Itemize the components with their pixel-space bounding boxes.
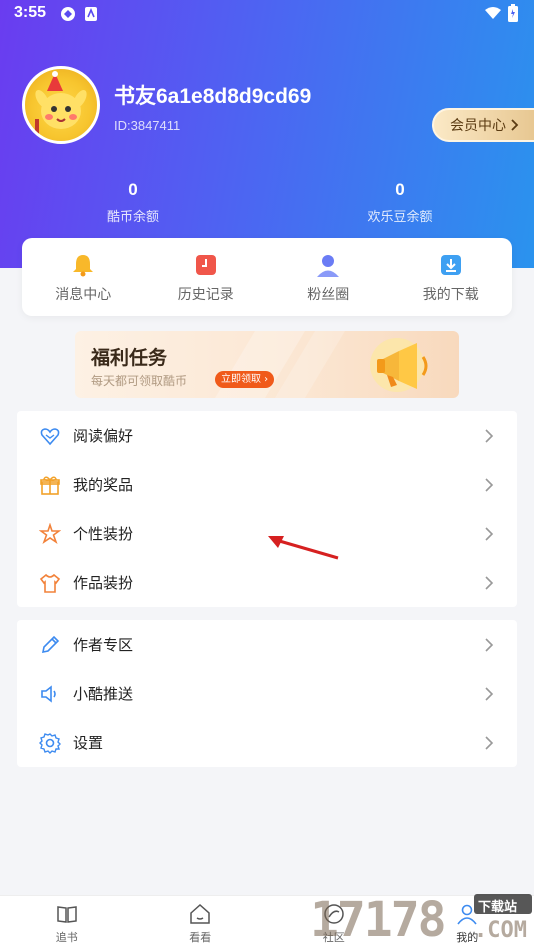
tab-label: 追书 [55, 931, 78, 944]
bean-balance-value: 0 [395, 180, 405, 199]
fans-icon [317, 255, 340, 277]
tab-mine[interactable]: 我的 [401, 896, 534, 950]
banner-claim-button[interactable]: 立即领取 › [215, 371, 275, 388]
menu-item-label: 设置 [73, 734, 104, 752]
menu-item-personal-dressup[interactable]: 个性装扮 [17, 509, 517, 558]
chevron-right-icon [485, 526, 494, 541]
megaphone-icon [370, 338, 428, 392]
menu-item-reading-preference[interactable]: 阅读偏好 [17, 411, 517, 460]
quick-action-history[interactable]: 历史记录 [145, 238, 268, 316]
chevron-right-icon [485, 686, 494, 701]
menu-item-author-zone[interactable]: 作者专区 [17, 620, 517, 669]
chevron-right-icon [485, 428, 494, 443]
sync-icon [61, 7, 75, 21]
chevron-right-icon [485, 735, 494, 750]
menu-item-label: 作者专区 [73, 636, 134, 654]
quick-action-label: 消息中心 [55, 287, 112, 303]
chevron-right-icon [485, 637, 494, 652]
shirt-icon [39, 572, 61, 594]
bottom-tab-bar: 追书 看看 社区 我的 [0, 895, 534, 950]
gift-icon [39, 474, 61, 496]
tab-label: 我的 [456, 931, 479, 944]
menu-group-preferences: 阅读偏好 我的奖品 个性装扮 作品装扮 [17, 411, 517, 607]
community-icon [324, 904, 344, 924]
download-icon [440, 255, 461, 275]
battery-icon [508, 4, 518, 22]
coin-balance-label: 酷币余额 [106, 210, 159, 225]
banner-claim-label: 立即领取 [221, 374, 261, 385]
menu-group-settings: 作者专区 小酷推送 设置 [17, 620, 517, 767]
status-bar: 3:55 [0, 0, 534, 28]
quick-action-label: 我的下载 [422, 287, 479, 303]
menu-item-my-prizes[interactable]: 我的奖品 [17, 460, 517, 509]
chevron-right-icon [511, 119, 519, 131]
quick-action-fans[interactable]: 粉丝圈 [267, 238, 390, 316]
menu-item-label: 小酷推送 [73, 685, 134, 703]
banner-title: 福利任务 [91, 347, 168, 369]
menu-item-work-dressup[interactable]: 作品装扮 [17, 558, 517, 607]
avatar-mascot-icon [35, 71, 87, 135]
wifi-icon [485, 7, 501, 19]
bell-icon [73, 255, 94, 277]
home-icon [190, 903, 210, 924]
app-notification-icon [85, 7, 97, 21]
menu-item-label: 个性装扮 [73, 525, 134, 543]
quick-action-downloads[interactable]: 我的下载 [390, 238, 513, 316]
status-time: 3:55 [14, 4, 47, 21]
tab-browse[interactable]: 看看 [134, 896, 268, 950]
pen-icon [39, 634, 61, 656]
menu-item-xiaoku-push[interactable]: 小酷推送 [17, 669, 517, 718]
chevron-right-icon [485, 575, 494, 590]
star-icon [39, 522, 61, 545]
quick-action-label: 粉丝圈 [307, 287, 350, 303]
username: 书友6a1e8d8d9cd69 [114, 85, 312, 108]
menu-item-label: 作品装扮 [73, 574, 134, 592]
chevron-right-icon [485, 477, 494, 492]
heart-icon [39, 425, 61, 447]
gear-icon [39, 732, 61, 754]
user-icon [457, 904, 477, 925]
vip-center-label: 会员中心 [450, 117, 506, 133]
coin-balance-value: 0 [128, 180, 138, 199]
banner-subtitle: 每天都可领取酷币 [91, 374, 188, 388]
tab-community[interactable]: 社区 [267, 896, 401, 950]
speaker-icon [39, 683, 61, 705]
tab-label: 看看 [189, 931, 212, 944]
bean-balance-label: 欢乐豆余额 [367, 210, 433, 225]
quick-actions-card: 消息中心 历史记录 粉丝圈 我的下载 [22, 238, 512, 316]
book-icon [57, 906, 77, 923]
avatar[interactable] [22, 66, 100, 144]
bean-balance[interactable]: 0 欢乐豆余额 [340, 180, 460, 225]
user-id: ID:3847411 [114, 118, 181, 133]
quick-action-messages[interactable]: 消息中心 [22, 238, 145, 316]
menu-item-label: 阅读偏好 [73, 427, 134, 445]
history-icon [195, 255, 216, 275]
menu-item-label: 我的奖品 [73, 476, 134, 494]
coin-balance[interactable]: 0 酷币余额 [73, 180, 193, 225]
tab-follow-books[interactable]: 追书 [0, 896, 134, 950]
welfare-task-banner[interactable]: 福利任务 每天都可领取酷币 立即领取 › [75, 331, 459, 398]
quick-action-label: 历史记录 [177, 287, 234, 303]
vip-center-button[interactable]: 会员中心 [432, 108, 534, 142]
tab-label: 社区 [322, 931, 345, 944]
menu-item-settings[interactable]: 设置 [17, 718, 517, 767]
